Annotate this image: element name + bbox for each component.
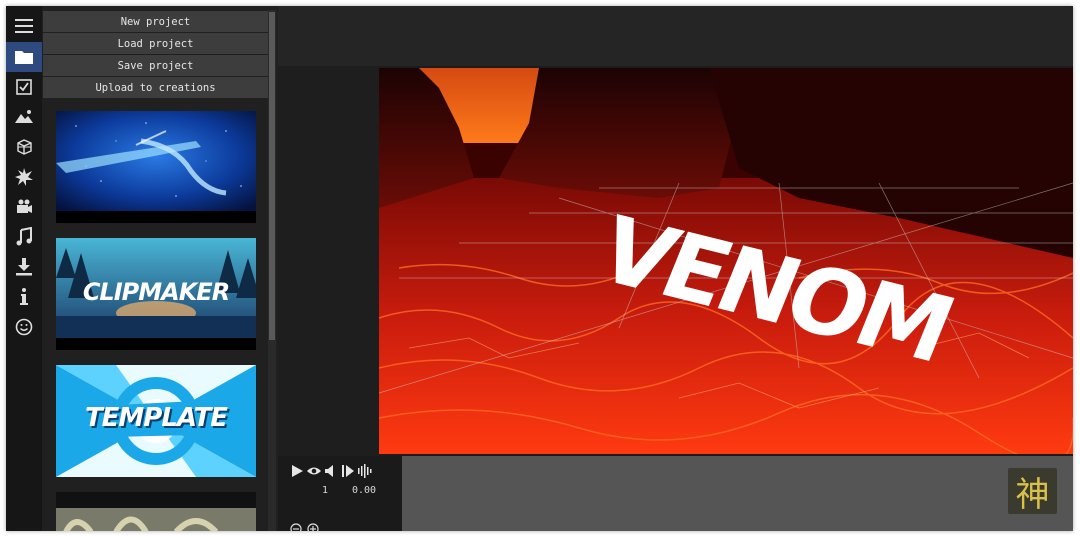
panel-scrollbar[interactable] bbox=[268, 10, 276, 531]
viewport-side-strip bbox=[278, 66, 379, 456]
upload-to-creations-button[interactable]: Upload to creations bbox=[43, 77, 268, 98]
frame-number: 1 bbox=[322, 485, 329, 496]
zoom-out-icon[interactable] bbox=[290, 522, 302, 531]
music-icon[interactable] bbox=[6, 222, 42, 252]
image-icon[interactable] bbox=[6, 102, 42, 132]
step-forward-icon[interactable] bbox=[341, 464, 355, 478]
panel-scrollbar-thumb[interactable] bbox=[269, 12, 275, 340]
template-thumbnail[interactable]: CLIPMAKER bbox=[56, 238, 256, 350]
timeline-controls: 1 0.00 bbox=[278, 456, 402, 531]
burst-icon[interactable] bbox=[6, 162, 42, 192]
camera-icon[interactable] bbox=[6, 192, 42, 222]
tool-rail bbox=[6, 6, 42, 531]
cube-icon[interactable] bbox=[6, 132, 42, 162]
folder-icon[interactable] bbox=[6, 42, 42, 72]
save-project-button[interactable]: Save project bbox=[43, 55, 268, 76]
template-title: TEMPLATE bbox=[84, 403, 228, 433]
checkbox-icon[interactable] bbox=[6, 72, 42, 102]
top-toolbar bbox=[278, 6, 1073, 66]
new-project-button[interactable]: New project bbox=[43, 11, 268, 32]
time-readout: 0.00 bbox=[352, 485, 377, 496]
template-preview-image bbox=[56, 111, 256, 211]
load-project-button[interactable]: Load project bbox=[43, 33, 268, 54]
template-thumbnail[interactable] bbox=[56, 492, 256, 531]
template-thumbnail[interactable] bbox=[56, 111, 256, 223]
eye-icon[interactable] bbox=[307, 464, 321, 478]
3d-viewport[interactable]: VENOM bbox=[379, 68, 1073, 454]
smiley-icon[interactable] bbox=[6, 312, 42, 342]
menu-icon[interactable] bbox=[6, 11, 42, 41]
project-panel: New project Load project Save project Up… bbox=[42, 6, 278, 531]
timeline-track[interactable] bbox=[402, 456, 1073, 531]
template-preview-image bbox=[56, 492, 256, 531]
app-window: New project Load project Save project Up… bbox=[6, 6, 1073, 531]
info-icon[interactable] bbox=[6, 282, 42, 312]
template-thumbnail[interactable]: TEMPLATE bbox=[56, 365, 256, 477]
volume-icon[interactable] bbox=[324, 464, 338, 478]
waveform-icon[interactable] bbox=[358, 464, 372, 478]
play-icon[interactable] bbox=[290, 464, 304, 478]
download-icon[interactable] bbox=[6, 252, 42, 282]
timeline: 1 0.00 bbox=[278, 456, 1073, 531]
template-title: CLIPMAKER bbox=[82, 278, 230, 306]
app-logo: 神 bbox=[1008, 468, 1057, 515]
zoom-in-icon[interactable] bbox=[307, 522, 319, 531]
